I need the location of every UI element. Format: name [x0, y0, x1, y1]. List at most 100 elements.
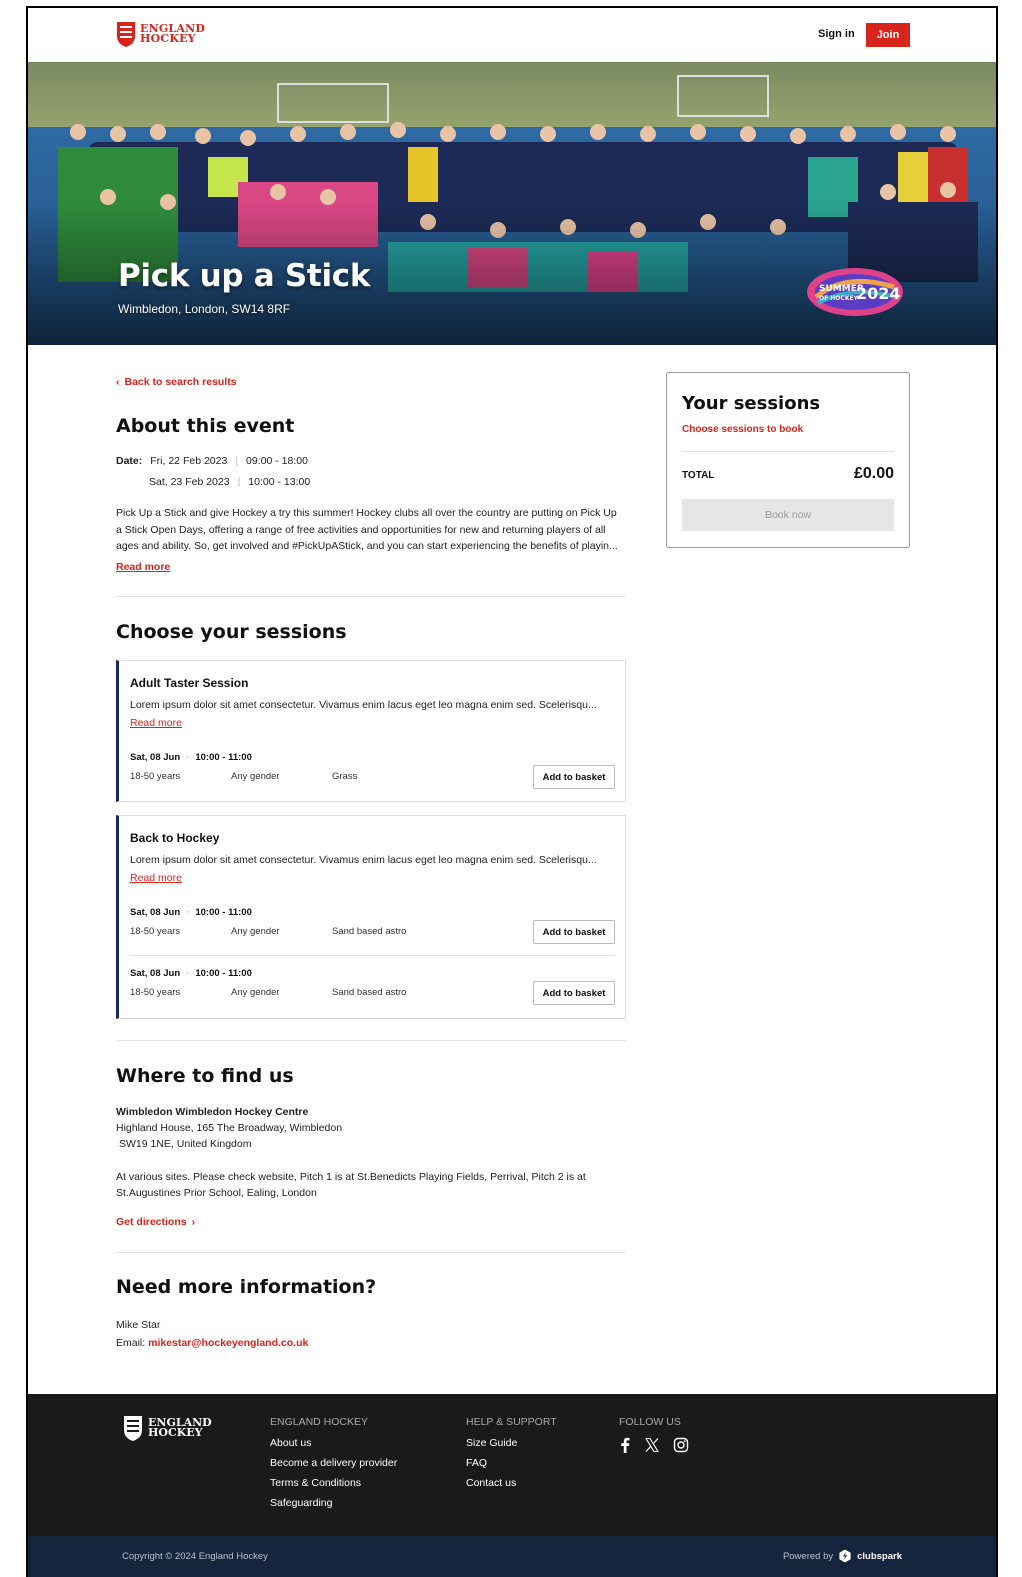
separator: ·: [186, 907, 190, 918]
social-links: [619, 1437, 689, 1453]
session-description: Lorem ipsum dolor sit amet consectetur. …: [130, 699, 597, 711]
footer-logo[interactable]: ENGLAND HOCKEY: [122, 1414, 212, 1442]
sign-in-link[interactable]: Sign in: [818, 28, 855, 40]
description-line: Pick Up a Stick and give Hockey a try th…: [116, 507, 617, 519]
footer-link-terms[interactable]: Terms & Conditions: [270, 1477, 397, 1489]
badge-line-2: OF HOCKEY: [819, 295, 859, 302]
join-button[interactable]: Join: [866, 23, 910, 47]
contact-heading: Need more information?: [116, 1276, 377, 1298]
event-description: Pick Up a Stick and give Hockey a try th…: [116, 505, 628, 555]
hero-banner: Pick up a Stick Wimbledon, London, SW14 …: [28, 62, 996, 345]
top-navigation: ENGLAND HOCKEY Sign in Join: [28, 8, 996, 62]
note-line-1: At various sites. Please check website, …: [116, 1171, 586, 1183]
divider: [116, 1252, 626, 1253]
slot-divider: [130, 955, 615, 956]
date-label: Date:: [116, 455, 143, 467]
note-line-2: St.Augustines Prior School, Ealing, Lond…: [116, 1187, 317, 1199]
copyright-text: Copyright © 2024 England Hockey: [122, 1551, 268, 1562]
divider: [116, 596, 626, 597]
back-link-label: Back to search results: [124, 376, 237, 388]
slot-gender: Any gender: [231, 987, 280, 998]
powered-by-label: Powered by: [782, 1550, 834, 1562]
venue-address: Wimbledon Wimbledon Hockey Centre Highla…: [116, 1104, 342, 1152]
date-row-2: Sat, 23 Feb 2023 | 10:00 - 13:00: [149, 476, 310, 488]
date-day: Fri, 22 Feb 2023: [150, 455, 228, 467]
slot-datetime: Sat, 08 Jun · 10:00 - 11:00: [130, 752, 252, 763]
clubspark-logo-icon: [839, 1549, 851, 1563]
date-day: Sat, 23 Feb 2023: [149, 476, 230, 488]
total-amount: £0.00: [853, 465, 894, 482]
slot-datetime: Sat, 08 Jun · 10:00 - 11:00: [130, 968, 252, 979]
date-time: 09:00 - 18:00: [246, 455, 308, 467]
slot-date: Sat, 08 Jun: [130, 907, 181, 918]
x-icon[interactable]: [645, 1437, 659, 1453]
shield-icon: [124, 1416, 142, 1441]
book-now-button[interactable]: Book now: [682, 499, 894, 531]
footer-link-delivery-provider[interactable]: Become a delivery provider: [270, 1457, 397, 1469]
session-read-more-link[interactable]: Read more: [130, 717, 182, 729]
venue-note: At various sites. Please check website, …: [116, 1169, 586, 1201]
slot-gender: Any gender: [231, 926, 280, 937]
description-line: a Stick Open Days, offering a range of f…: [116, 523, 606, 536]
session-title: Adult Taster Session: [130, 676, 249, 690]
separator: ·: [186, 752, 190, 763]
divider: [116, 1040, 626, 1041]
about-read-more-link[interactable]: Read more: [116, 561, 170, 573]
add-to-basket-button[interactable]: Add to basket: [533, 981, 615, 1005]
chevron-right-icon: ›: [191, 1216, 196, 1228]
instagram-icon[interactable]: [673, 1437, 689, 1453]
separator: |: [237, 476, 241, 488]
divider: [682, 451, 894, 452]
badge-year: 2024: [856, 284, 901, 303]
session-description: Lorem ipsum dolor sit amet consectetur. …: [130, 854, 597, 866]
footer-link-faq[interactable]: FAQ: [466, 1457, 557, 1469]
chevron-left-icon: ‹: [116, 376, 120, 388]
separator: ·: [186, 968, 190, 979]
page-frame: ENGLAND HOCKEY Sign in Join Pick up a St…: [26, 6, 998, 1577]
contact-name: Mike Star: [116, 1319, 161, 1331]
panel-subtitle: Choose sessions to book: [682, 424, 804, 435]
slot-datetime: Sat, 08 Jun · 10:00 - 11:00: [130, 907, 252, 918]
address-line-1: Highland House, 165 The Broadway, Wimble…: [116, 1122, 343, 1134]
total-label: TOTAL: [682, 470, 715, 481]
slot-date: Sat, 08 Jun: [130, 752, 181, 763]
your-sessions-panel: Your sessions Choose sessions to book TO…: [666, 372, 910, 548]
location-heading: Where to find us: [116, 1065, 294, 1087]
slot-age: 18-50 years: [130, 771, 181, 782]
slot-surface: Sand based astro: [332, 926, 407, 937]
footer-link-contact[interactable]: Contact us: [466, 1477, 557, 1489]
logo-line-2: HOCKEY: [148, 1426, 203, 1439]
add-to-basket-button[interactable]: Add to basket: [533, 765, 615, 789]
contact-email-link[interactable]: mikestar@hockeyengland.co.uk: [148, 1337, 308, 1349]
sessions-heading: Choose your sessions: [116, 621, 347, 643]
powered-by[interactable]: Powered by clubspark: [783, 1549, 902, 1563]
session-title: Back to Hockey: [130, 831, 220, 845]
footer-link-about[interactable]: About us: [270, 1437, 397, 1449]
description-line: ages and ability. So, get involved and #…: [116, 540, 618, 552]
directions-label: Get directions: [116, 1216, 187, 1228]
slot-time: 10:00 - 11:00: [195, 968, 252, 979]
slot-age: 18-50 years: [130, 926, 181, 937]
session-card-back-to-hockey: Back to Hockey Lorem ipsum dolor sit ame…: [116, 815, 626, 1019]
back-to-search-link[interactable]: ‹ Back to search results: [116, 376, 237, 388]
contact-email-row: Email: mikestar@hockeyengland.co.uk: [116, 1335, 308, 1351]
session-read-more-link[interactable]: Read more: [130, 872, 182, 884]
footer-link-safeguarding[interactable]: Safeguarding: [270, 1497, 397, 1509]
footer-col-heading: FOLLOW US: [619, 1416, 681, 1428]
address-line-2: SW19 1NE, United Kingdom: [119, 1138, 252, 1150]
slot-surface: Grass: [332, 771, 358, 782]
date-row-1: Date: Fri, 22 Feb 2023 | 09:00 - 18:00: [116, 455, 308, 467]
footer-col-help-support: HELP & SUPPORT Size Guide FAQ Contact us: [466, 1416, 557, 1497]
add-to-basket-button[interactable]: Add to basket: [533, 920, 615, 944]
get-directions-link[interactable]: Get directions ›: [116, 1216, 195, 1228]
separator: |: [235, 455, 239, 467]
footer-bottom-bar: Copyright © 2024 England Hockey Powered …: [28, 1536, 996, 1577]
england-hockey-logo[interactable]: ENGLAND HOCKEY: [116, 20, 205, 48]
facebook-icon[interactable]: [619, 1437, 631, 1453]
footer-col-england-hockey: ENGLAND HOCKEY About us Become a deliver…: [270, 1416, 397, 1517]
logo-line-2: HOCKEY: [140, 32, 196, 45]
slot-time: 10:00 - 11:00: [195, 907, 252, 918]
footer-link-size-guide[interactable]: Size Guide: [466, 1437, 557, 1449]
venue-name: Wimbledon Wimbledon Hockey Centre: [116, 1106, 309, 1118]
slot-age: 18-50 years: [130, 987, 181, 998]
